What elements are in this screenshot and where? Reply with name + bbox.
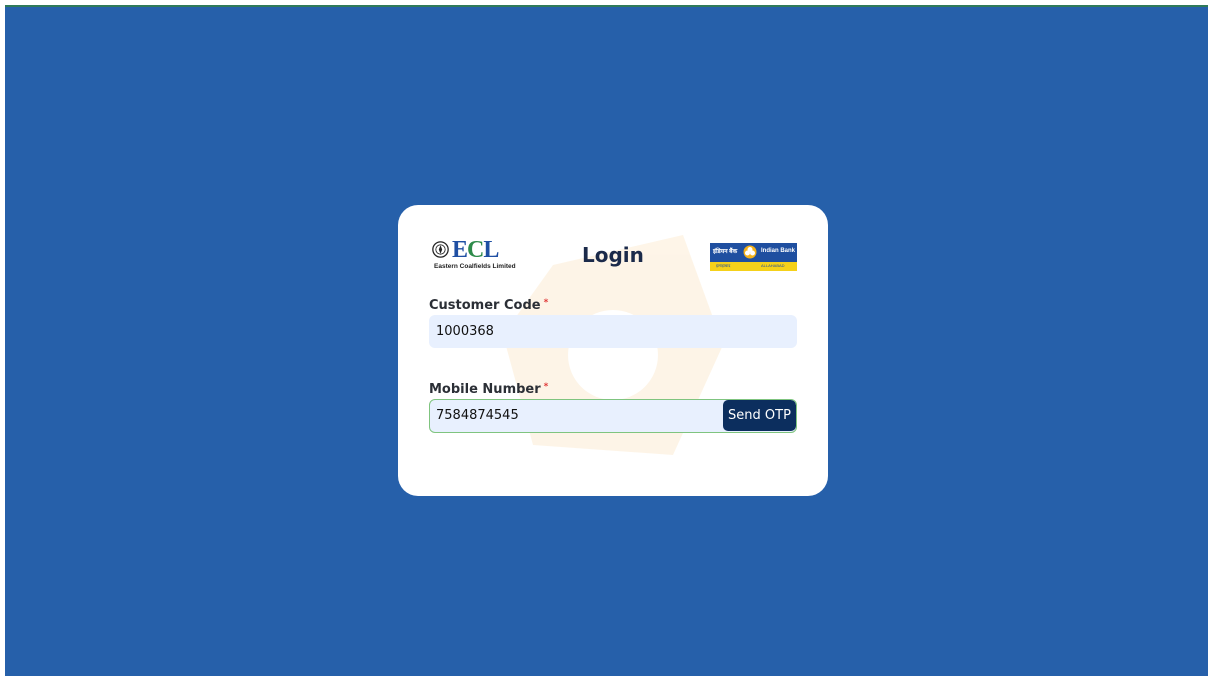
login-card: ECL Eastern Coalfields Limited Login इंड… [398, 205, 828, 496]
ecl-wordmark: ECL [452, 237, 499, 263]
bank-hindi-name: इंडियन बैंक [713, 249, 738, 255]
mobile-number-input[interactable] [430, 400, 724, 431]
bank-logo-top: इंडियन बैंक Indian Bank [710, 243, 797, 262]
mobile-number-label-text: Mobile Number [429, 382, 541, 397]
indian-bank-logo: इंडियन बैंक Indian Bank इलाहाबाद ALLAHAB… [710, 243, 797, 271]
ecl-subtitle: Eastern Coalfields Limited [434, 263, 516, 270]
bank-english-name: Indian Bank [761, 248, 796, 254]
ecl-logo: ECL Eastern Coalfields Limited [432, 237, 516, 275]
page-background: ECL Eastern Coalfields Limited Login इंड… [5, 5, 1208, 676]
card-header: ECL Eastern Coalfields Limited Login इंड… [398, 205, 828, 285]
mobile-number-field: Send OTP [429, 399, 797, 433]
required-mark: * [543, 382, 549, 392]
customer-code-input[interactable] [429, 315, 797, 348]
customer-code-label-text: Customer Code [429, 298, 541, 313]
required-mark: * [543, 298, 549, 308]
bank-sub-right: ALLAHABAD [761, 263, 785, 268]
ecl-wordmark-e: E [452, 237, 468, 263]
page-title: Login [582, 243, 644, 267]
customer-code-label: Customer Code * [429, 298, 548, 313]
indian-bank-emblem-icon [743, 245, 757, 259]
send-otp-button[interactable]: Send OTP [723, 400, 796, 431]
ecl-emblem-icon [432, 241, 449, 258]
bank-sub-left: इलाहाबाद [716, 263, 731, 268]
ecl-wordmark-l: L [483, 237, 499, 263]
ecl-wordmark-c: C [467, 237, 484, 263]
bank-logo-bottom: इलाहाबाद ALLAHABAD [710, 262, 797, 271]
mobile-number-label: Mobile Number * [429, 382, 548, 397]
